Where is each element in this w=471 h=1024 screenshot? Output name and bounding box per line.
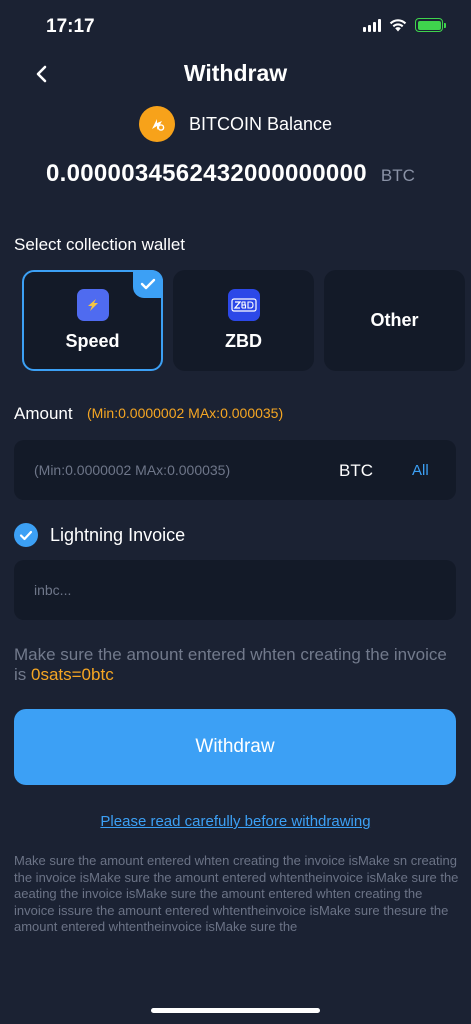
note-highlight: 0sats=0btc <box>31 665 114 684</box>
amount-note: Make sure the amount entered whten creat… <box>14 645 454 685</box>
balance-amount: 0.0000034562432000000000 <box>46 160 367 187</box>
checkbox-checked-icon[interactable] <box>14 523 38 547</box>
wallet-option-speed[interactable]: Speed <box>22 270 163 371</box>
read-carefully-link[interactable]: Please read carefully before withdrawing <box>0 813 471 830</box>
status-icons <box>363 18 446 32</box>
wallet-option-label: Speed <box>65 331 120 351</box>
selected-check-icon <box>133 270 163 298</box>
battery-charging-icon <box>415 18 446 32</box>
speed-logo-icon <box>76 289 109 321</box>
wallet-section-label: Select collection wallet <box>14 235 186 254</box>
withdraw-screen: 17:17 Withdraw BITCOIN Balance 0.0000034… <box>0 0 471 1024</box>
home-indicator[interactable] <box>151 1008 320 1013</box>
balance-row: BITCOIN Balance <box>0 106 471 142</box>
bitcoin-coin-icon <box>138 106 175 142</box>
lightning-invoice-toggle[interactable]: Lightning Invoice <box>14 523 185 547</box>
status-time: 17:17 <box>46 16 95 37</box>
invoice-input[interactable] <box>34 560 434 620</box>
lightning-invoice-label: Lightning Invoice <box>50 524 186 545</box>
balance-unit: BTC <box>380 166 415 185</box>
wallet-options: Speed ZBD Other <box>22 270 465 371</box>
wallet-option-label: ZBD <box>225 331 262 351</box>
all-button[interactable]: All <box>412 462 429 479</box>
wifi-icon <box>389 19 407 32</box>
amount-hint: (Min:0.0000002 MAx:0.000035) <box>87 405 284 421</box>
balance-amount-row: 0.0000034562432000000000 BTC <box>46 160 415 188</box>
amount-input[interactable] <box>34 440 304 500</box>
disclaimer-text: Make sure the amount entered whten creat… <box>14 853 459 934</box>
wallet-option-other[interactable]: Other <box>324 270 465 371</box>
amount-label: Amount <box>14 404 73 423</box>
zbd-logo-icon <box>227 289 260 321</box>
status-bar: 17:17 <box>0 0 471 54</box>
wallet-option-zbd[interactable]: ZBD <box>173 270 314 371</box>
withdraw-button[interactable]: Withdraw <box>14 709 456 785</box>
balance-label: BITCOIN Balance <box>188 113 333 134</box>
amount-unit: BTC <box>339 461 373 480</box>
amount-field: BTC All <box>14 440 456 500</box>
wallet-option-label: Other <box>370 310 419 330</box>
invoice-field <box>14 560 456 620</box>
cellular-signal-icon <box>363 18 381 32</box>
page-title: Withdraw <box>183 60 288 86</box>
